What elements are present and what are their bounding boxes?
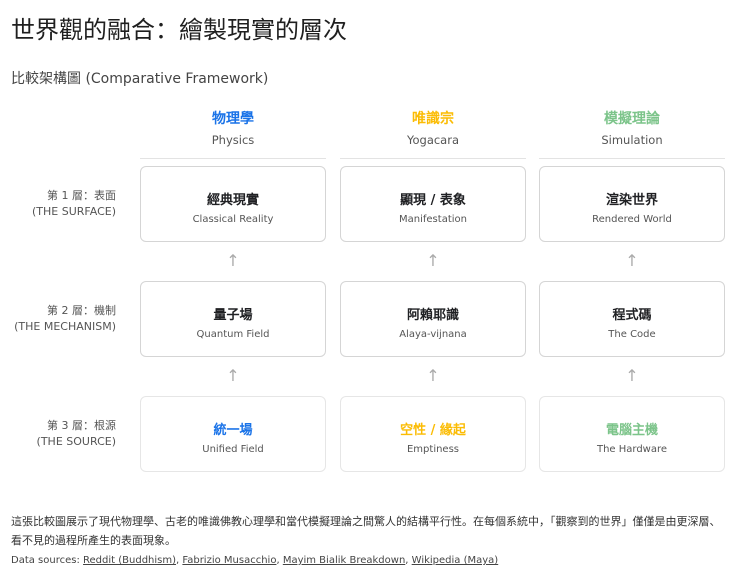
column-header-yogacara: 唯識宗 Yogacara (340, 108, 526, 159)
divider (340, 158, 526, 159)
cell-title: 渲染世界 (605, 193, 658, 208)
cell-classical-reality: 經典現實 Classical Reality (140, 166, 326, 242)
row-label-zh: 第 2 層：機制 (47, 304, 116, 317)
source-link-wikipedia[interactable]: Wikipedia (Maya) (412, 555, 499, 566)
cell-title: 空性 / 緣起 (400, 423, 466, 438)
cell-subtitle: Manifestation (399, 214, 467, 225)
column-subtitle: Yogacara (406, 133, 460, 147)
cell-rendered-world: 渲染世界 Rendered World (539, 166, 725, 242)
cell-title: 程式碼 (612, 308, 652, 323)
source-link-mayim-bialik[interactable]: Mayim Bialik Breakdown (283, 555, 405, 566)
cell-title: 顯現 / 表象 (400, 193, 466, 208)
cell-subtitle: Alaya-vijnana (399, 329, 467, 340)
cell-title: 量子場 (213, 308, 253, 323)
arrow-up-icon: ↑ (226, 366, 240, 385)
cell-subtitle: The Hardware (596, 444, 668, 455)
cell-unified-field: 統一場 Unified Field (140, 396, 326, 472)
cell-subtitle: Emptiness (406, 444, 460, 455)
column-title: 唯識宗 (412, 111, 454, 127)
row-label-zh: 第 3 層：根源 (47, 419, 116, 432)
row-label-mechanism: 第 2 層：機制 (THE MECHANISM) (0, 303, 116, 335)
cell-quantum-field: 量子場 Quantum Field (140, 281, 326, 357)
row-label-en: (THE MECHANISM) (14, 320, 116, 333)
arrow-up-icon: ↑ (426, 251, 440, 270)
row-label-source: 第 3 層：根源 (THE SOURCE) (0, 418, 116, 450)
column-title: 模擬理論 (604, 111, 660, 127)
row-label-surface: 第 1 層：表面 (THE SURFACE) (0, 188, 116, 220)
source-link-reddit[interactable]: Reddit (Buddhism) (83, 555, 176, 566)
column-title: 物理學 (212, 111, 254, 127)
row-label-en: (THE SOURCE) (36, 435, 116, 448)
page-title: 世界觀的融合：繪製現實的層次 (11, 16, 347, 44)
cell-title: 經典現實 (206, 193, 259, 208)
cell-subtitle: Classical Reality (192, 214, 274, 225)
source-link-musacchio[interactable]: Fabrizio Musacchio (182, 555, 276, 566)
cell-title: 阿賴耶識 (406, 308, 459, 323)
cell-manifestation: 顯現 / 表象 Manifestation (340, 166, 526, 242)
column-subtitle: Physics (211, 133, 255, 147)
description: 這張比較圖展示了現代物理學、古老的唯識佛教心理學和當代模擬理論之間驚人的結構平行… (11, 515, 721, 547)
cell-title: 電腦主機 (605, 423, 658, 438)
row-label-en: (THE SURFACE) (32, 205, 116, 218)
cell-subtitle: Rendered World (592, 214, 672, 225)
arrow-up-icon: ↑ (625, 251, 639, 270)
cell-alaya-vijnana: 阿賴耶識 Alaya-vijnana (340, 281, 526, 357)
arrow-up-icon: ↑ (625, 366, 639, 385)
cell-subtitle: Quantum Field (196, 329, 270, 340)
cell-the-code: 程式碼 The Code (539, 281, 725, 357)
cell-the-hardware: 電腦主機 The Hardware (539, 396, 725, 472)
section-subtitle: 比較架構圖 (Comparative Framework) (11, 71, 269, 87)
data-sources: Data sources: Reddit (Buddhism), Fabrizi… (11, 555, 499, 566)
column-header-physics: 物理學 Physics (140, 108, 326, 159)
divider (140, 158, 326, 159)
cell-subtitle: Unified Field (202, 444, 264, 455)
divider (539, 158, 725, 159)
cell-title: 統一場 (213, 423, 253, 438)
arrow-up-icon: ↑ (226, 251, 240, 270)
column-subtitle: Simulation (601, 133, 663, 147)
arrow-up-icon: ↑ (426, 366, 440, 385)
column-header-simulation: 模擬理論 Simulation (539, 108, 725, 159)
row-label-zh: 第 1 層：表面 (47, 189, 116, 202)
sources-label: Data sources: (11, 555, 80, 566)
cell-subtitle: The Code (608, 329, 656, 340)
cell-emptiness: 空性 / 緣起 Emptiness (340, 396, 526, 472)
